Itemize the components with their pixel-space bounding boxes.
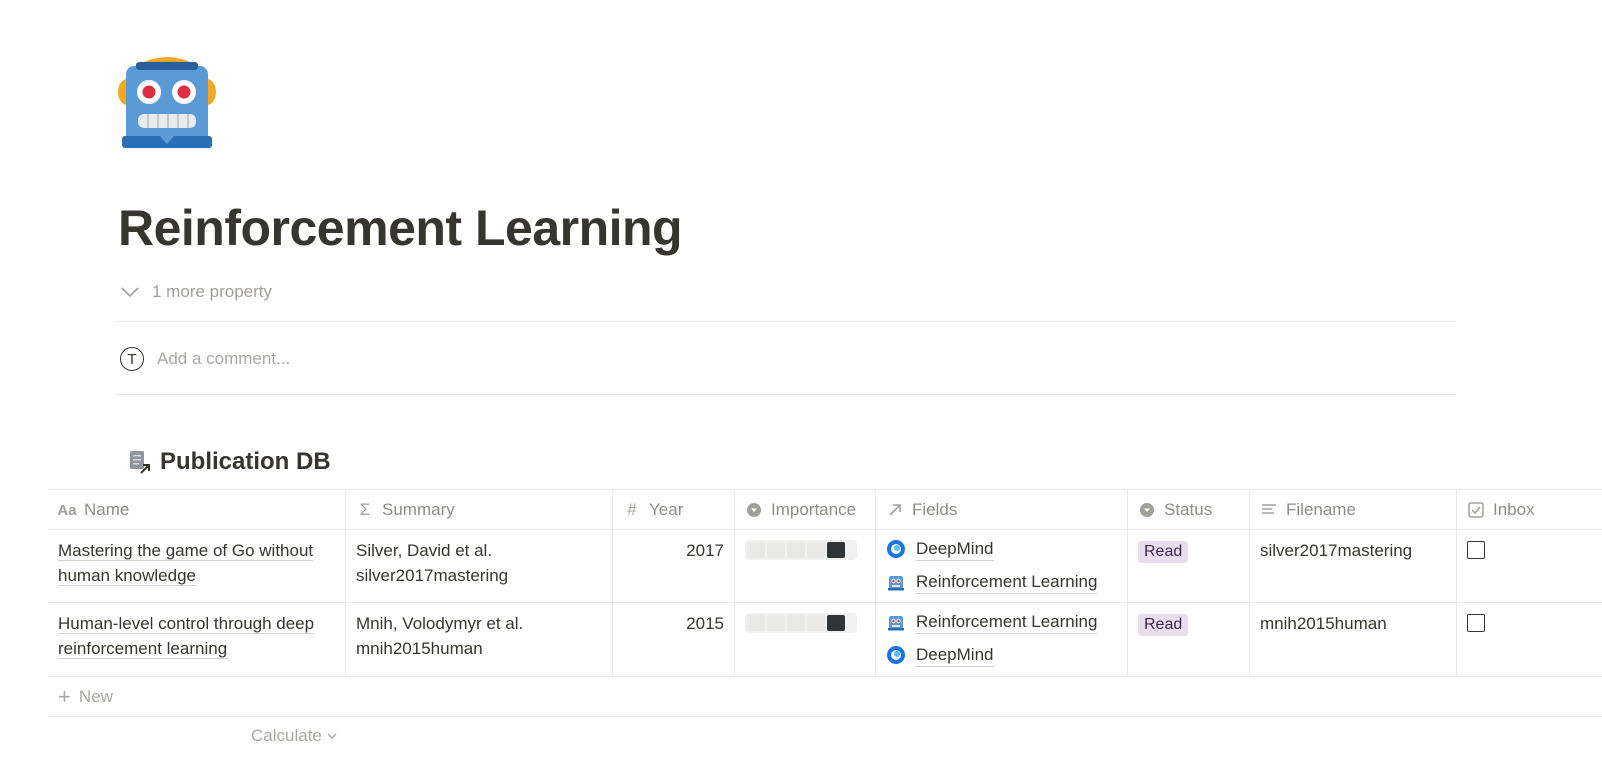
- cell-name: Human-level control through deep reinfor…: [48, 603, 346, 676]
- page-title[interactable]: Reinforcement Learning: [118, 196, 683, 260]
- calculate-button[interactable]: Calculate: [251, 726, 338, 746]
- plus-icon: +: [58, 683, 71, 709]
- cell-importance: [735, 530, 876, 602]
- inbox-checkbox[interactable]: [1467, 614, 1485, 632]
- new-row-button[interactable]: + New: [48, 677, 1602, 717]
- importance-segment: [807, 542, 825, 558]
- cell-inbox: [1457, 530, 1602, 602]
- select-icon: [745, 503, 763, 517]
- relation-item[interactable]: DeepMind: [886, 642, 1117, 668]
- column-header-filename[interactable]: Filename: [1250, 490, 1457, 530]
- cell-summary: Mnih, Volodymyr et al. mnih2015human: [346, 603, 613, 676]
- importance-segment: [807, 615, 825, 631]
- checkbox-icon: [1467, 502, 1485, 518]
- importance-rating[interactable]: [745, 613, 857, 633]
- deepmind-icon: [887, 540, 905, 558]
- comment-row[interactable]: T Add a comment...: [120, 344, 290, 374]
- column-header-name[interactable]: Aa Name: [48, 490, 346, 530]
- column-header-inbox[interactable]: Inbox: [1457, 490, 1602, 530]
- table-header: Aa Name Σ Summary # Year Importance Fiel…: [48, 489, 1602, 530]
- relation-item[interactable]: Reinforcement Learning: [886, 609, 1117, 635]
- more-properties-toggle[interactable]: 1 more property: [120, 280, 272, 304]
- divider: [116, 321, 1456, 322]
- importance-segment: [767, 615, 785, 631]
- cell-summary: Silver, David et al. silver2017mastering: [346, 530, 613, 602]
- cell-fields: DeepMind Reinforcement Learning: [876, 530, 1128, 602]
- deepmind-icon: [887, 646, 905, 664]
- importance-segment: [827, 615, 845, 631]
- status-badge[interactable]: Read: [1138, 614, 1189, 636]
- cell-inbox: [1457, 603, 1602, 676]
- select-icon: [1138, 503, 1156, 517]
- importance-segment: [767, 542, 785, 558]
- more-properties-label: 1 more property: [152, 282, 272, 301]
- cell-filename: mnih2015human: [1250, 603, 1457, 676]
- cell-importance: [735, 603, 876, 676]
- column-header-year[interactable]: # Year: [613, 490, 735, 530]
- row-title-link[interactable]: human knowledge: [58, 566, 196, 586]
- relation-item[interactable]: Reinforcement Learning: [886, 569, 1117, 595]
- sigma-icon: Σ: [359, 500, 371, 519]
- chevron-down-icon: [121, 287, 139, 298]
- column-header-importance[interactable]: Importance: [735, 490, 876, 530]
- cell-status: Read: [1128, 603, 1250, 676]
- importance-segment: [787, 542, 805, 558]
- divider: [116, 394, 1456, 395]
- cell-year: 2015: [613, 603, 735, 676]
- table-row[interactable]: Human-level control through deep reinfor…: [48, 603, 1602, 677]
- robot-face-icon: [888, 576, 904, 591]
- robot-face-icon: [888, 616, 904, 631]
- relation-arrow-icon: [886, 503, 904, 517]
- database-title: Publication DB: [160, 448, 331, 475]
- database-heading[interactable]: Publication DB: [128, 448, 331, 476]
- cell-filename: silver2017mastering: [1250, 530, 1457, 602]
- row-title-link[interactable]: reinforcement learning: [58, 639, 228, 659]
- text-aa-icon: Aa: [57, 501, 77, 519]
- table-row[interactable]: Mastering the game of Go without human k…: [48, 530, 1602, 603]
- lines-icon: [1260, 503, 1278, 517]
- comment-input[interactable]: Add a comment...: [157, 349, 290, 369]
- row-title-link[interactable]: Human-level control through deep: [58, 614, 315, 634]
- relation-item[interactable]: DeepMind: [886, 536, 1117, 562]
- status-badge[interactable]: Read: [1138, 541, 1189, 563]
- row-title-link[interactable]: Mastering the game of Go without: [58, 541, 314, 561]
- cell-status: Read: [1128, 530, 1250, 602]
- importance-segment: [827, 542, 845, 558]
- column-header-status[interactable]: Status: [1128, 490, 1250, 530]
- column-header-summary[interactable]: Σ Summary: [346, 490, 613, 530]
- cell-name: Mastering the game of Go without human k…: [48, 530, 346, 602]
- chevron-down-icon: [327, 733, 337, 739]
- column-header-fields[interactable]: Fields: [876, 490, 1128, 530]
- importance-segment: [787, 615, 805, 631]
- inbox-checkbox[interactable]: [1467, 541, 1485, 559]
- cell-fields: Reinforcement Learning DeepMind: [876, 603, 1128, 676]
- importance-segment: [747, 615, 765, 631]
- linked-page-icon: [130, 451, 150, 474]
- importance-rating[interactable]: [745, 540, 857, 560]
- importance-segment: [747, 542, 765, 558]
- avatar: T: [120, 347, 144, 371]
- cell-year: 2017: [613, 530, 735, 602]
- robot-face-icon[interactable]: [118, 52, 216, 150]
- hash-icon: #: [627, 500, 637, 519]
